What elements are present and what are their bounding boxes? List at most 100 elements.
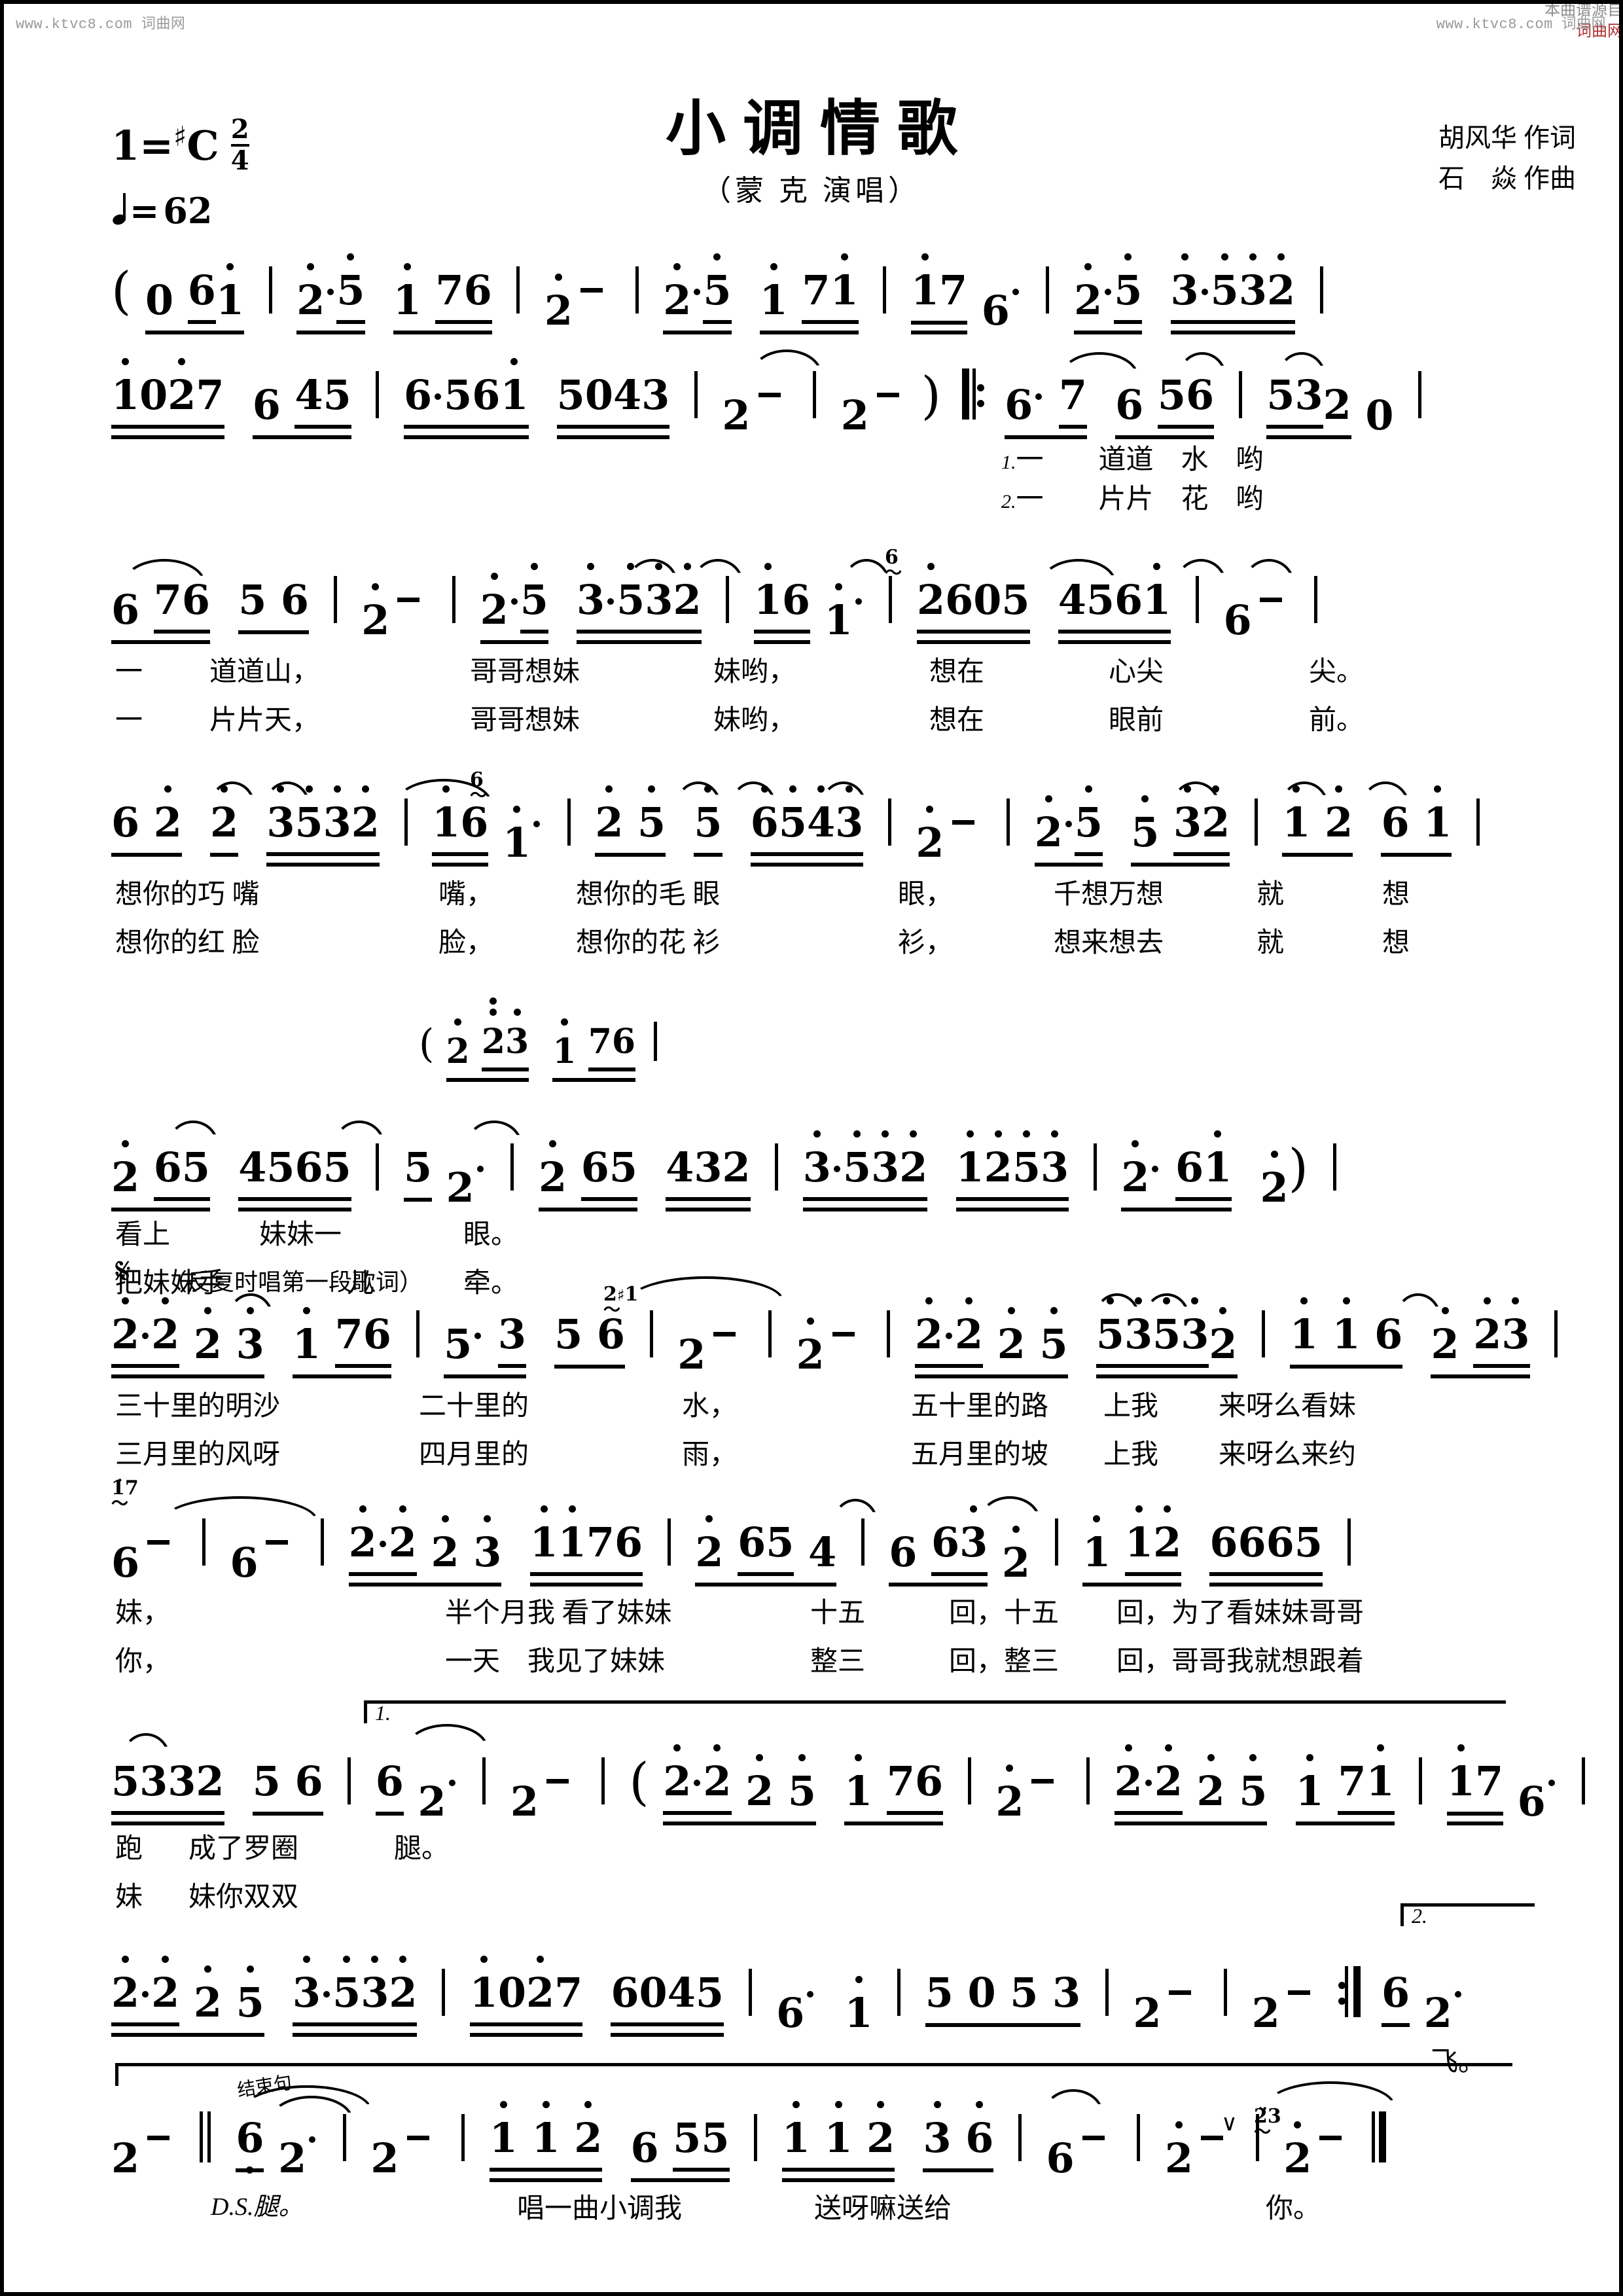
note: 3 [1040, 1130, 1069, 1191]
note: 6 [611, 1969, 639, 2017]
beam-group: 6 2 [111, 785, 182, 857]
lyric-verse-2: 眼前 [1109, 706, 1164, 736]
beam-sub: 5 [703, 253, 732, 324]
key-signature: 1= ♯ C 2 4 [111, 117, 249, 174]
note: 3 [323, 785, 351, 846]
beam-sub: 76 [435, 266, 492, 324]
beam-group: 22 2 5 [111, 1956, 264, 2037]
note: 6 [615, 1518, 643, 1566]
hold-dash [546, 1779, 569, 1784]
note: 2 [480, 573, 508, 634]
note: 6 [1186, 371, 1215, 419]
note: 7 [886, 1757, 916, 1805]
note: 3 [641, 371, 670, 419]
note: 6 [187, 266, 216, 314]
barline [452, 576, 455, 623]
beam-group: 6045 [611, 1969, 724, 2037]
augmentation-dot [379, 1541, 386, 1547]
note: 5 [1157, 371, 1186, 419]
augmentation-dot [435, 393, 442, 400]
beam-group: 5 [694, 785, 722, 857]
note: 5 [1012, 1130, 1041, 1191]
ossia-passage: ( 2 23 1 76 [419, 1009, 664, 1082]
note: 3 [1052, 1969, 1081, 2017]
note: 2 [351, 785, 380, 846]
note: 6 [931, 1518, 960, 1566]
lyric-verse-1: 送呀嘛送给 [814, 2194, 952, 2224]
barline [1418, 371, 1422, 418]
lyric-verse-2: 2.一 片片 花 哟 [1001, 476, 1264, 516]
slur [675, 781, 721, 806]
barline [1046, 266, 1050, 314]
barline [1554, 1310, 1558, 1357]
note: 3 [139, 1757, 168, 1805]
lyric-verse-1: 十五 [810, 1598, 866, 1628]
note: 6 [280, 576, 310, 624]
beam-group: 5 [403, 1143, 433, 1202]
beam-group: 6 [375, 1757, 404, 1816]
note: 5 [444, 1320, 473, 1368]
note: 6 [252, 381, 281, 429]
segno-note: （反复时唱第一段歌词） [164, 1269, 423, 1295]
beam-sub: 71 [802, 253, 859, 324]
note: 2 [1001, 1526, 1031, 1587]
note: 6 [1115, 381, 1144, 429]
note: 2 [446, 1018, 470, 1071]
lyricist-credit: 胡风华 作词 [1438, 123, 1576, 152]
note: 6 [915, 1757, 944, 1805]
grace-note-ornament: 2̈3 〜 [1254, 2105, 1281, 2142]
note: 7 [1058, 371, 1087, 419]
slur [627, 559, 678, 584]
lyric-verse-1: 水， [682, 1391, 738, 1422]
note-row-1: ( 0 61 25 1 76 2 25 1 71 17 6 25 3 532 [111, 253, 1518, 334]
note: 6 [781, 576, 811, 624]
augmentation-dot [946, 1333, 953, 1339]
slur [1171, 781, 1220, 806]
lyric-verse-1: 跑 [115, 1834, 143, 1864]
note: 1 [292, 1307, 321, 1368]
slur [751, 350, 822, 374]
beam-group: 5332 [111, 1757, 224, 1825]
note: 6 [472, 371, 501, 419]
grace-note-ornament: 1̇7 〜 [111, 1477, 139, 1514]
beam-group: 25 [663, 253, 732, 334]
note: 2 [278, 2134, 307, 2182]
slur [1043, 2089, 1103, 2114]
note: 6 [236, 2114, 264, 2174]
note: 2 [1034, 795, 1063, 856]
slur [264, 781, 310, 806]
barline [1582, 1757, 1586, 1804]
augmentation-dot [142, 1991, 149, 1998]
lyric-verse-2: 想 [1382, 928, 1410, 958]
barline [1054, 1518, 1058, 1566]
note: 7 [1474, 1757, 1504, 1805]
note: 7 [435, 266, 464, 314]
note: 1 [910, 253, 940, 314]
final-barline [1371, 2111, 1386, 2162]
note: 2 [1431, 1307, 1459, 1368]
note: 5 [1114, 253, 1143, 314]
beam-sub: 6 [187, 266, 216, 324]
note: 5 [554, 1310, 583, 1358]
augmentation-dot [1035, 393, 1043, 400]
lyric-verse-2: 脸， [438, 928, 494, 958]
beam-group: 3532 [266, 785, 380, 867]
slur [162, 1496, 318, 1521]
note: 6 [1238, 1518, 1266, 1566]
note: 2 [111, 1140, 140, 1201]
lyric-verse-1: 妹， [115, 1598, 171, 1628]
beam-group: 2 65 [539, 1140, 638, 1211]
barline [1332, 1143, 1336, 1191]
lyric-verse-2: 回，整三 [949, 1647, 1060, 1677]
note: 5 [1294, 1518, 1323, 1566]
note: 7 [196, 371, 224, 419]
augmentation-dot [1548, 1780, 1555, 1786]
hold-dash [758, 393, 781, 397]
note: 7 [334, 1310, 363, 1358]
hold-dash [1287, 1990, 1310, 1995]
lyric-verse-1: 妹哟， [713, 657, 796, 687]
note: 2 [111, 1956, 140, 2017]
slur [843, 559, 890, 584]
lyric-verse-1: 三十里的明沙 [115, 1391, 281, 1422]
note: 2 [111, 1297, 140, 1358]
